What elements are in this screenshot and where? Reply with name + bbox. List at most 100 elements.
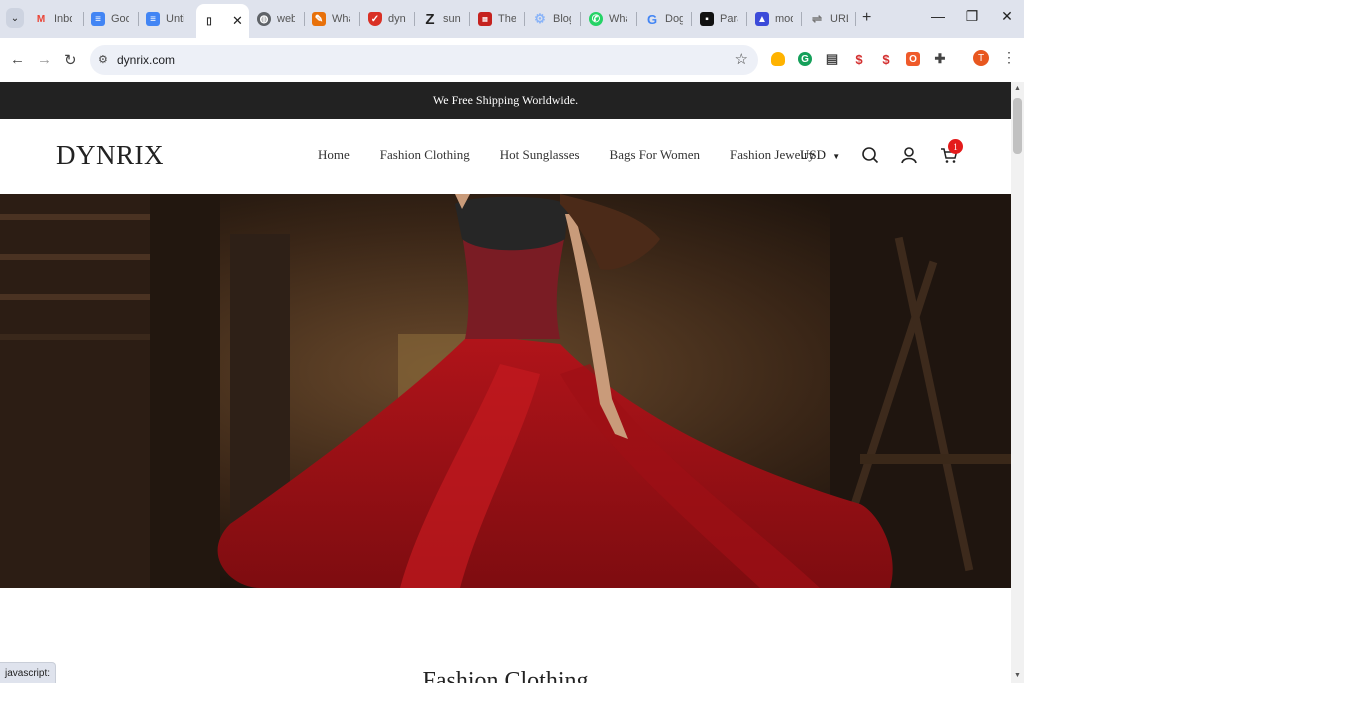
tab-title: The — [498, 13, 516, 25]
cart-count-badge: 1 — [948, 139, 963, 154]
tab-separator — [855, 12, 856, 26]
tab-title: dynr — [388, 13, 406, 25]
tab-separator — [801, 12, 802, 26]
currency-value: USD — [800, 147, 827, 162]
extensions-puzzle-icon[interactable]: ✚ — [933, 51, 947, 66]
shield-icon: ✓ — [368, 12, 382, 26]
whatsapp-icon: ✆ — [589, 12, 603, 26]
page-scrollbar[interactable]: ▲ ▼ — [1011, 82, 1024, 683]
google-docs-icon: ≡ — [91, 12, 105, 26]
tab-title: Unti — [166, 13, 184, 25]
site-info-icon[interactable]: ⚙ — [98, 53, 108, 66]
extension-icon[interactable] — [771, 52, 785, 66]
app-icon: ✎ — [312, 12, 326, 26]
minimize-button[interactable]: — — [928, 8, 948, 24]
tab-title: URL — [830, 13, 848, 25]
tab-para[interactable]: ▪ Para — [700, 6, 738, 32]
tab-search-button[interactable]: ⌄ — [6, 8, 24, 28]
browser-window: ⌄ M Inbo ≡ Goo ≡ Unti ▯ ✕ ◍ webs ✎ What — [0, 0, 1024, 683]
gear-icon: ⚙ — [534, 11, 546, 26]
tab-sung[interactable]: Z sung — [423, 6, 461, 32]
nav-item-fashion-clothing[interactable]: Fashion Clothing — [380, 147, 470, 163]
tab-title: mod — [775, 13, 793, 25]
tab-google[interactable]: G Doge — [645, 6, 683, 32]
url-text[interactable]: dynrix.com — [117, 53, 175, 67]
tab-whatsapp[interactable]: ✆ What — [589, 6, 627, 32]
announcement-bar: We Free Shipping Worldwide. — [0, 82, 1011, 119]
restore-button[interactable]: ❐ — [962, 8, 982, 25]
main-nav: Home Fashion Clothing Hot Sunglasses Bag… — [318, 147, 845, 163]
new-tab-button[interactable]: + — [862, 9, 871, 27]
tab-dynrix[interactable]: ✓ dynr — [368, 6, 406, 32]
tab-separator — [580, 12, 581, 26]
scroll-up-icon[interactable]: ▲ — [1014, 85, 1021, 92]
tab-separator — [83, 12, 84, 26]
extension-s-icon[interactable]: $ — [852, 52, 866, 67]
site-header: DYNRIX Home Fashion Clothing Hot Sunglas… — [0, 119, 1011, 194]
close-window-button[interactable]: ✕ — [997, 8, 1017, 25]
hero-banner[interactable] — [0, 194, 1011, 588]
page-viewport: We Free Shipping Worldwide. DYNRIX Home … — [0, 82, 1011, 683]
tab-separator — [524, 12, 525, 26]
nav-item-home[interactable]: Home — [318, 147, 350, 163]
nav-item-hot-sunglasses[interactable]: Hot Sunglasses — [500, 147, 580, 163]
tab-title: Para — [720, 13, 738, 25]
tab-google-docs[interactable]: ≡ Goo — [91, 6, 129, 32]
tab-separator — [469, 12, 470, 26]
tab-title: What — [332, 13, 350, 25]
tab-mod[interactable]: ▲ mod — [755, 6, 793, 32]
tab-title: Goo — [111, 13, 129, 25]
chevron-down-icon: ▼ — [832, 152, 841, 161]
menu-icon[interactable]: ⋮ — [1002, 49, 1016, 66]
forward-icon[interactable]: → — [37, 51, 52, 68]
document-icon[interactable]: ▤ — [825, 51, 839, 66]
tab-url[interactable]: ⇌ URL — [810, 6, 848, 32]
tab-separator — [746, 12, 747, 26]
tab-separator — [304, 12, 305, 26]
bookmark-star-icon[interactable]: ☆ — [735, 50, 748, 68]
profile-avatar[interactable]: T — [973, 50, 989, 66]
currency-selector[interactable]: USD ▼ — [800, 147, 840, 163]
tab-strip: ⌄ M Inbo ≡ Goo ≡ Unti ▯ ✕ ◍ webs ✎ What — [0, 0, 1024, 38]
tab-separator — [138, 12, 139, 26]
gmail-icon: M — [36, 13, 46, 25]
google-docs-icon: ≡ — [146, 12, 160, 26]
close-icon[interactable]: ✕ — [232, 13, 243, 29]
address-bar[interactable]: ⚙ dynrix.com ☆ — [90, 45, 758, 75]
tab-title: webs — [277, 13, 295, 25]
tab-app[interactable]: ✎ What — [312, 6, 350, 32]
tab-title: Doge — [665, 13, 683, 25]
globe-icon: ◍ — [257, 12, 271, 26]
tab-separator — [691, 12, 692, 26]
tab-separator — [636, 12, 637, 26]
tab-separator — [359, 12, 360, 26]
back-icon[interactable]: ← — [10, 51, 25, 68]
account-icon[interactable] — [900, 146, 918, 164]
extension-o-icon[interactable]: O — [906, 52, 920, 66]
search-icon[interactable] — [861, 146, 879, 164]
tab-title: What — [609, 13, 627, 25]
page-icon: ▯ — [206, 15, 212, 27]
extension-s-icon[interactable]: $ — [879, 52, 893, 67]
tab-gmail[interactable]: M Inbo — [34, 6, 72, 32]
app-icon: ▲ — [755, 12, 769, 26]
tab-title: sung — [443, 13, 461, 25]
site-logo[interactable]: DYNRIX — [56, 140, 164, 171]
browser-toolbar: ← → ↻ ⚙ dynrix.com ☆ G ▤ $ $ O ✚ T ⋮ — [0, 38, 1024, 83]
news-icon: ▤ — [478, 12, 492, 26]
reload-icon[interactable]: ↻ — [64, 51, 77, 69]
link-icon: ⇌ — [811, 12, 823, 26]
tab-separator — [414, 12, 415, 26]
tab-website[interactable]: ◍ webs — [257, 6, 295, 32]
google-icon: G — [646, 11, 658, 27]
hero-image — [0, 194, 1011, 588]
tab-blog[interactable]: ⚙ Blog — [533, 6, 571, 32]
tab-news[interactable]: ▤ The — [478, 6, 516, 32]
tab-active[interactable]: ▯ ✕ — [196, 4, 249, 38]
app-icon: ▪ — [700, 12, 714, 26]
scrollbar-thumb[interactable] — [1013, 98, 1022, 154]
nav-item-bags-for-women[interactable]: Bags For Women — [610, 147, 700, 163]
tab-google-docs-untitled[interactable]: ≡ Unti — [146, 6, 184, 32]
grammarly-icon[interactable]: G — [798, 52, 812, 66]
scroll-down-icon[interactable]: ▼ — [1014, 672, 1021, 679]
